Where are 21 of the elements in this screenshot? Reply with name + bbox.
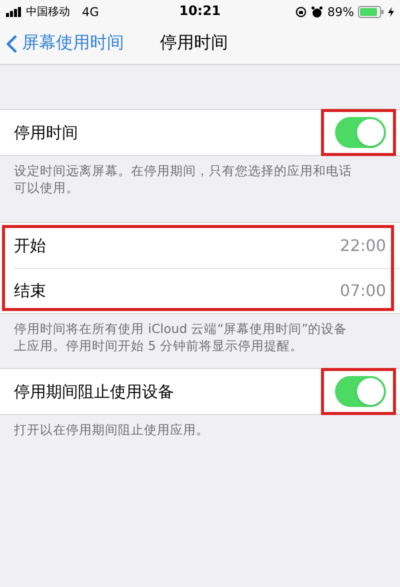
toggle-switch[interactable] [335, 117, 386, 148]
row-label: 开始 [14, 234, 46, 256]
battery-icon [358, 6, 384, 18]
rotation-lock-icon [295, 6, 308, 18]
time-value[interactable]: 07:00 [340, 279, 386, 303]
carrier-name: 中国移动 [26, 4, 70, 20]
network-type: 4G [82, 4, 99, 21]
clock-time: 10:21 [179, 3, 221, 22]
time-value[interactable]: 22:00 [340, 234, 386, 258]
row-label: 停用期间阻止使用设备 [14, 380, 174, 402]
toggle-switch[interactable] [335, 376, 386, 407]
battery-percent: 89% [327, 4, 354, 21]
chevron-left-icon [6, 34, 18, 54]
row-label: 停用时间 [14, 122, 78, 144]
signal-icon [6, 7, 22, 17]
section-footer: 打开以在停用期间阻止使用应用。 [0, 415, 370, 452]
back-button[interactable]: 屏幕使用时间 [6, 31, 146, 57]
page-title: 停用时间 [160, 32, 228, 56]
section-footer: 设定时间远离屏幕。在停用期间，只有您选择的应用和电话可以使用。 [0, 156, 370, 210]
row-label: 结束 [14, 280, 46, 302]
section-footer: 停用时间将在所有使用 iCloud 云端“屏幕使用时间”的设备上应用。停用时间开始 5 分钟前将显示停用提醒。 [0, 314, 370, 368]
